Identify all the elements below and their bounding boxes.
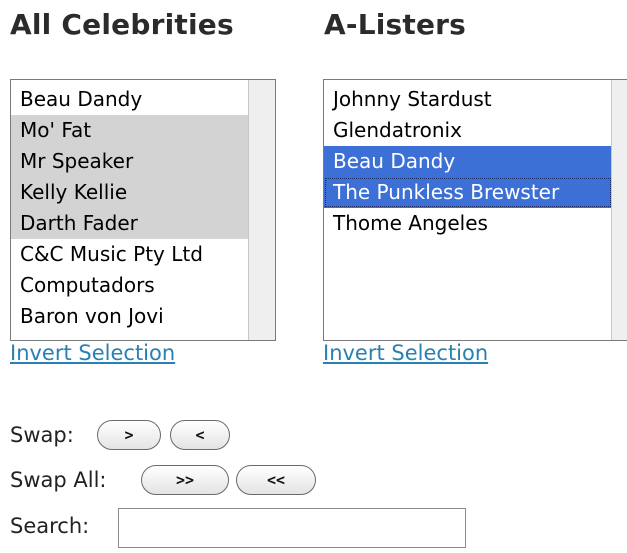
all-celebrities-scrollbar[interactable] [248, 80, 275, 340]
list-option[interactable]: Johnny Stardust [324, 84, 612, 115]
swap-right-button[interactable]: > [97, 420, 161, 450]
invert-selection-all-link[interactable]: Invert Selection [10, 341, 175, 365]
list-option[interactable]: Mo' Fat [11, 115, 249, 146]
list-option[interactable]: Glendatronix [324, 115, 612, 146]
swap-label: Swap: [10, 423, 74, 447]
list-option[interactable]: Mr Speaker [11, 146, 249, 177]
list-option[interactable]: Beau Dandy [11, 84, 249, 115]
swap-all-label: Swap All: [10, 468, 107, 492]
list-option[interactable]: Kelly Kellie [11, 177, 249, 208]
a-listers-scrollbar[interactable] [611, 80, 627, 340]
all-celebrities-title: All Celebrities [10, 8, 234, 41]
invert-selection-alisters-link[interactable]: Invert Selection [323, 341, 488, 365]
search-label: Search: [10, 514, 90, 538]
search-input[interactable] [118, 508, 466, 548]
list-option[interactable]: The Punkless Brewster [324, 177, 612, 208]
a-listers-title: A-Listers [324, 8, 467, 41]
list-option[interactable]: Beau Dandy [324, 146, 612, 177]
list-option[interactable]: C&C Music Pty Ltd [11, 239, 249, 270]
swap-left-button[interactable]: < [170, 420, 230, 450]
swap-all-right-button[interactable]: >> [141, 465, 229, 495]
list-option[interactable]: Darth Fader [11, 208, 249, 239]
list-option[interactable]: Thome Angeles [324, 208, 612, 239]
swap-all-left-button[interactable]: << [236, 465, 316, 495]
a-listers-listbox[interactable]: Johnny Stardust Glendatronix Beau Dandy … [323, 79, 627, 341]
all-celebrities-listbox[interactable]: Beau Dandy Mo' Fat Mr Speaker Kelly Kell… [10, 79, 276, 341]
list-option[interactable]: Computadors [11, 270, 249, 301]
list-option[interactable]: Baron von Jovi [11, 301, 249, 332]
